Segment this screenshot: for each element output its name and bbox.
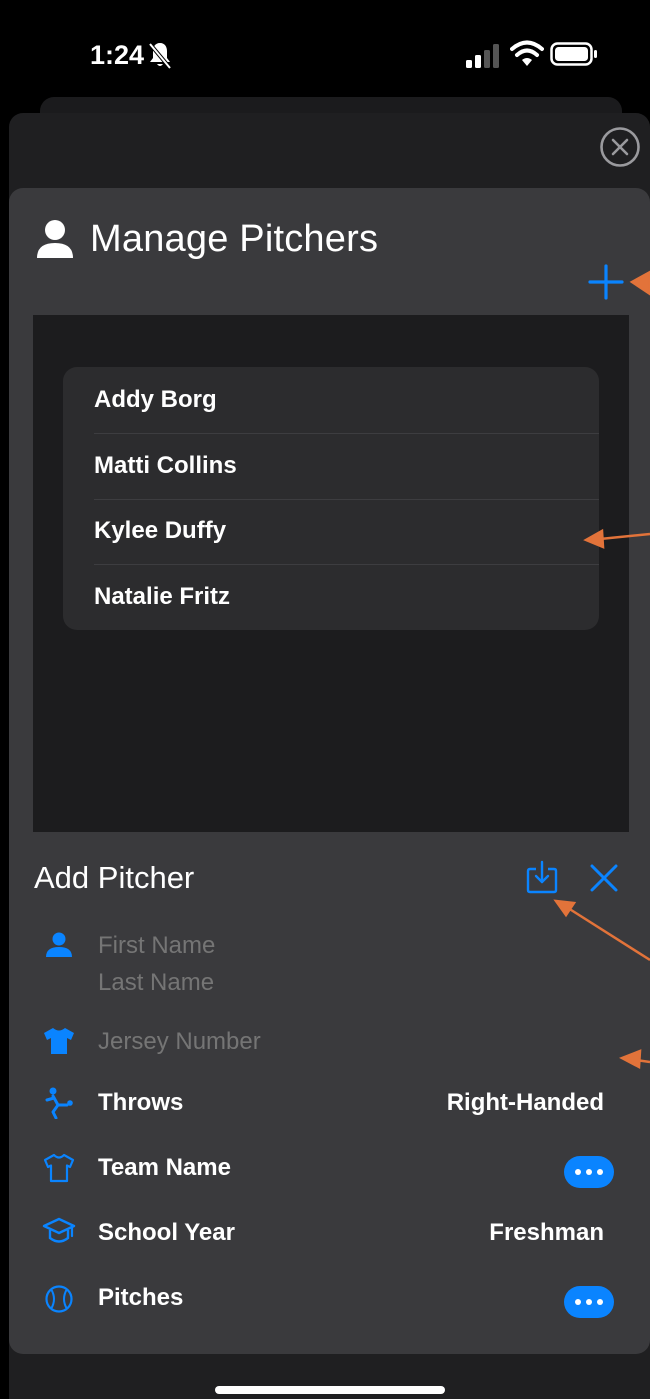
person-icon — [46, 932, 72, 957]
dot — [597, 1299, 603, 1305]
status-time: 1:24 — [90, 40, 145, 70]
form-title: Add Pitcher — [34, 860, 195, 895]
pitcher-name: Kylee Duffy — [94, 517, 227, 545]
graduation-cap-icon — [42, 1217, 76, 1243]
list-item[interactable]: Addy Borg — [63, 367, 599, 433]
dot — [575, 1299, 581, 1305]
xmark-icon[interactable] — [588, 862, 620, 894]
person-icon — [37, 220, 73, 258]
school-year-value[interactable]: Freshman — [489, 1219, 604, 1247]
pitcher-icon — [45, 1087, 73, 1119]
list-item[interactable]: Kylee Duffy — [63, 498, 599, 565]
school-year-label: School Year — [98, 1219, 235, 1246]
team-more-button[interactable] — [564, 1156, 614, 1188]
dot — [586, 1169, 592, 1175]
dot — [597, 1169, 603, 1175]
plus-icon[interactable] — [588, 264, 624, 300]
jersey-icon — [44, 1028, 74, 1054]
pitcher-list: Addy Borg Matti Collins Kylee Duffy Nata… — [63, 367, 599, 630]
first-name-field[interactable] — [98, 932, 398, 960]
pitches-more-button[interactable] — [564, 1286, 614, 1318]
pitches-label: Pitches — [98, 1284, 184, 1311]
page-header: Manage Pitchers — [36, 216, 378, 262]
save-download-icon[interactable] — [526, 860, 558, 894]
battery-icon — [550, 42, 597, 66]
shirt-icon — [43, 1153, 75, 1183]
last-name-field[interactable] — [98, 969, 398, 997]
list-item[interactable]: Matti Collins — [63, 432, 599, 499]
dot — [586, 1299, 592, 1305]
cellular-signal-icon — [466, 44, 499, 68]
dot — [575, 1169, 581, 1175]
throws-label: Throws — [98, 1089, 184, 1116]
softball-icon — [45, 1285, 73, 1313]
close-circle-icon[interactable] — [599, 126, 641, 168]
wifi-icon — [510, 40, 544, 66]
home-indicator — [215, 1386, 445, 1394]
throws-value[interactable]: Right-Handed — [447, 1089, 604, 1117]
pitcher-name: Matti Collins — [94, 451, 237, 479]
pitcher-name: Addy Borg — [94, 385, 217, 413]
status-bar: 1:24 — [0, 0, 650, 100]
jersey-number-field[interactable] — [98, 1028, 398, 1056]
page-title: Manage Pitchers — [90, 217, 379, 260]
bell-slash-icon — [148, 42, 172, 70]
pitcher-name: Natalie Fritz — [94, 583, 231, 611]
list-item[interactable]: Natalie Fritz — [63, 564, 599, 630]
team-name-label: Team Name — [98, 1154, 231, 1181]
